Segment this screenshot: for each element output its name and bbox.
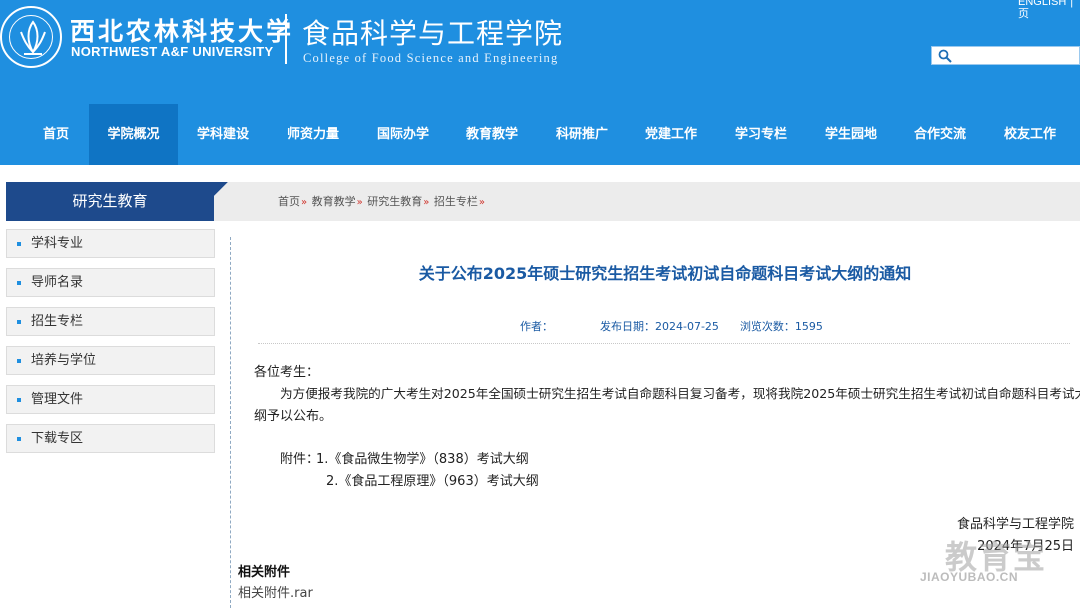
bullet-icon	[17, 359, 21, 363]
related-attachments-heading: 相关附件	[238, 565, 291, 580]
lang-link-page[interactable]: 页	[1018, 8, 1029, 20]
search-icon[interactable]	[938, 49, 952, 63]
college-name-en[interactable]: College of Food Science and Engineering	[303, 51, 558, 66]
sidebar-item-admissions[interactable]: 招生专栏	[6, 307, 215, 336]
breadcrumb-separator: »	[423, 197, 430, 208]
nav-item-cooperation[interactable]: 合作交流	[895, 104, 985, 165]
signature-org: 食品科学与工程学院	[956, 517, 1074, 532]
lang-link-english[interactable]: ENGLISH	[1018, 0, 1066, 8]
main-nav: 首页 学院概况 学科建设 师资力量 国际办学 教育教学 科研推广 党建工作 学习…	[0, 104, 1080, 165]
paragraph-line-2: 纲予以公布。	[254, 409, 333, 424]
breadcrumb-home[interactable]: 首页	[278, 195, 300, 208]
paragraph-line-1: 为方便报考我院的广大考生对2025年全国硕士研究生招生考试自命题科目复习备考，现…	[280, 386, 1080, 401]
site-header: 西北农林科技大学 NORTHWEST A&F UNIVERSITY 食品科学与工…	[0, 0, 1080, 104]
view-count: 浏览次数：1595	[739, 320, 823, 333]
watermark-en: JIAOYUBAO.CN	[920, 570, 1019, 584]
author-label: 作者：	[520, 320, 553, 333]
nav-item-study[interactable]: 学习专栏	[716, 104, 806, 165]
nav-item-party[interactable]: 党建工作	[626, 104, 716, 165]
lang-link-pipe: |	[1070, 0, 1074, 8]
nav-item-home[interactable]: 首页	[16, 104, 96, 165]
article-title: 关于公布2025年硕士研究生招生考试初试自命题科目考试大纲的通知	[418, 264, 912, 283]
nav-item-alumni[interactable]: 校友工作	[985, 104, 1075, 165]
sidebar-item-training-degree[interactable]: 培养与学位	[6, 346, 215, 375]
sidebar-title-text: 研究生教育	[72, 192, 148, 210]
breadcrumb-bar: 首页» 教育教学» 研究生教育» 招生专栏»	[216, 182, 1080, 221]
watermark-logo: 教育宝 JIAOYUBAO.CN	[915, 532, 1065, 588]
breadcrumb-separator: »	[356, 197, 363, 208]
breadcrumb-education[interactable]: 教育教学	[312, 195, 356, 208]
sidebar-item-supervisors[interactable]: 导师名录	[6, 268, 215, 297]
breadcrumb-admissions[interactable]: 招生专栏	[434, 195, 478, 208]
nav-item-students[interactable]: 学生园地	[806, 104, 896, 165]
nav-item-international[interactable]: 国际办学	[358, 104, 448, 165]
search-input[interactable]	[931, 46, 1080, 65]
english-version-link[interactable]: ENGLISH | 页	[1018, 0, 1073, 20]
greeting: 各位考生：	[254, 365, 320, 380]
sidebar-item-label: 导师名录	[31, 275, 84, 290]
attachments-label: 附件：	[280, 452, 320, 467]
university-name-en[interactable]: NORTHWEST A&F UNIVERSITY	[71, 44, 273, 59]
bullet-icon	[17, 437, 21, 441]
attachment-item: 1.《食品微生物学》（838）考试大纲	[316, 452, 529, 467]
sidebar-item-label: 招生专栏	[31, 314, 84, 329]
title-divider	[258, 343, 1070, 344]
breadcrumb-graduate[interactable]: 研究生教育	[367, 195, 422, 208]
sidebar-item-majors[interactable]: 学科专业	[6, 229, 215, 258]
logo-divider	[285, 14, 287, 64]
university-emblem-icon[interactable]	[0, 6, 62, 68]
breadcrumb: 首页» 教育教学» 研究生教育» 招生专栏»	[278, 182, 486, 222]
attachment-item: 2.《食品工程原理》（963）考试大纲	[326, 474, 539, 489]
sidebar-item-downloads[interactable]: 下载专区	[6, 424, 215, 453]
sidebar-title: 研究生教育	[6, 182, 228, 221]
breadcrumb-separator: »	[478, 197, 485, 208]
sidebar-item-label: 学科专业	[31, 236, 84, 251]
related-attachment-link[interactable]: 相关附件.rar	[238, 582, 313, 601]
sidebar-item-label: 培养与学位	[31, 353, 97, 368]
nav-item-research[interactable]: 科研推广	[537, 104, 627, 165]
nav-item-education[interactable]: 教育教学	[447, 104, 537, 165]
university-name-cn[interactable]: 西北农林科技大学	[70, 12, 294, 48]
bullet-icon	[17, 320, 21, 324]
nav-item-about[interactable]: 学院概况	[89, 104, 178, 165]
publish-date: 发布日期：2024-07-25	[600, 320, 719, 333]
bullet-icon	[17, 242, 21, 246]
sidebar-item-regulations[interactable]: 管理文件	[6, 385, 215, 414]
nav-item-disciplines[interactable]: 学科建设	[178, 104, 268, 165]
college-name-cn[interactable]: 食品科学与工程学院	[302, 12, 563, 52]
sidebar-item-label: 管理文件	[31, 392, 84, 407]
nav-item-faculty[interactable]: 师资力量	[268, 104, 358, 165]
article-meta: 作者： 发布日期：2024-07-25 浏览次数：1595	[520, 318, 823, 334]
content-divider	[230, 237, 231, 608]
sidebar-item-label: 下载专区	[31, 431, 84, 446]
bullet-icon	[17, 281, 21, 285]
bullet-icon	[17, 398, 21, 402]
breadcrumb-separator: »	[301, 197, 308, 208]
